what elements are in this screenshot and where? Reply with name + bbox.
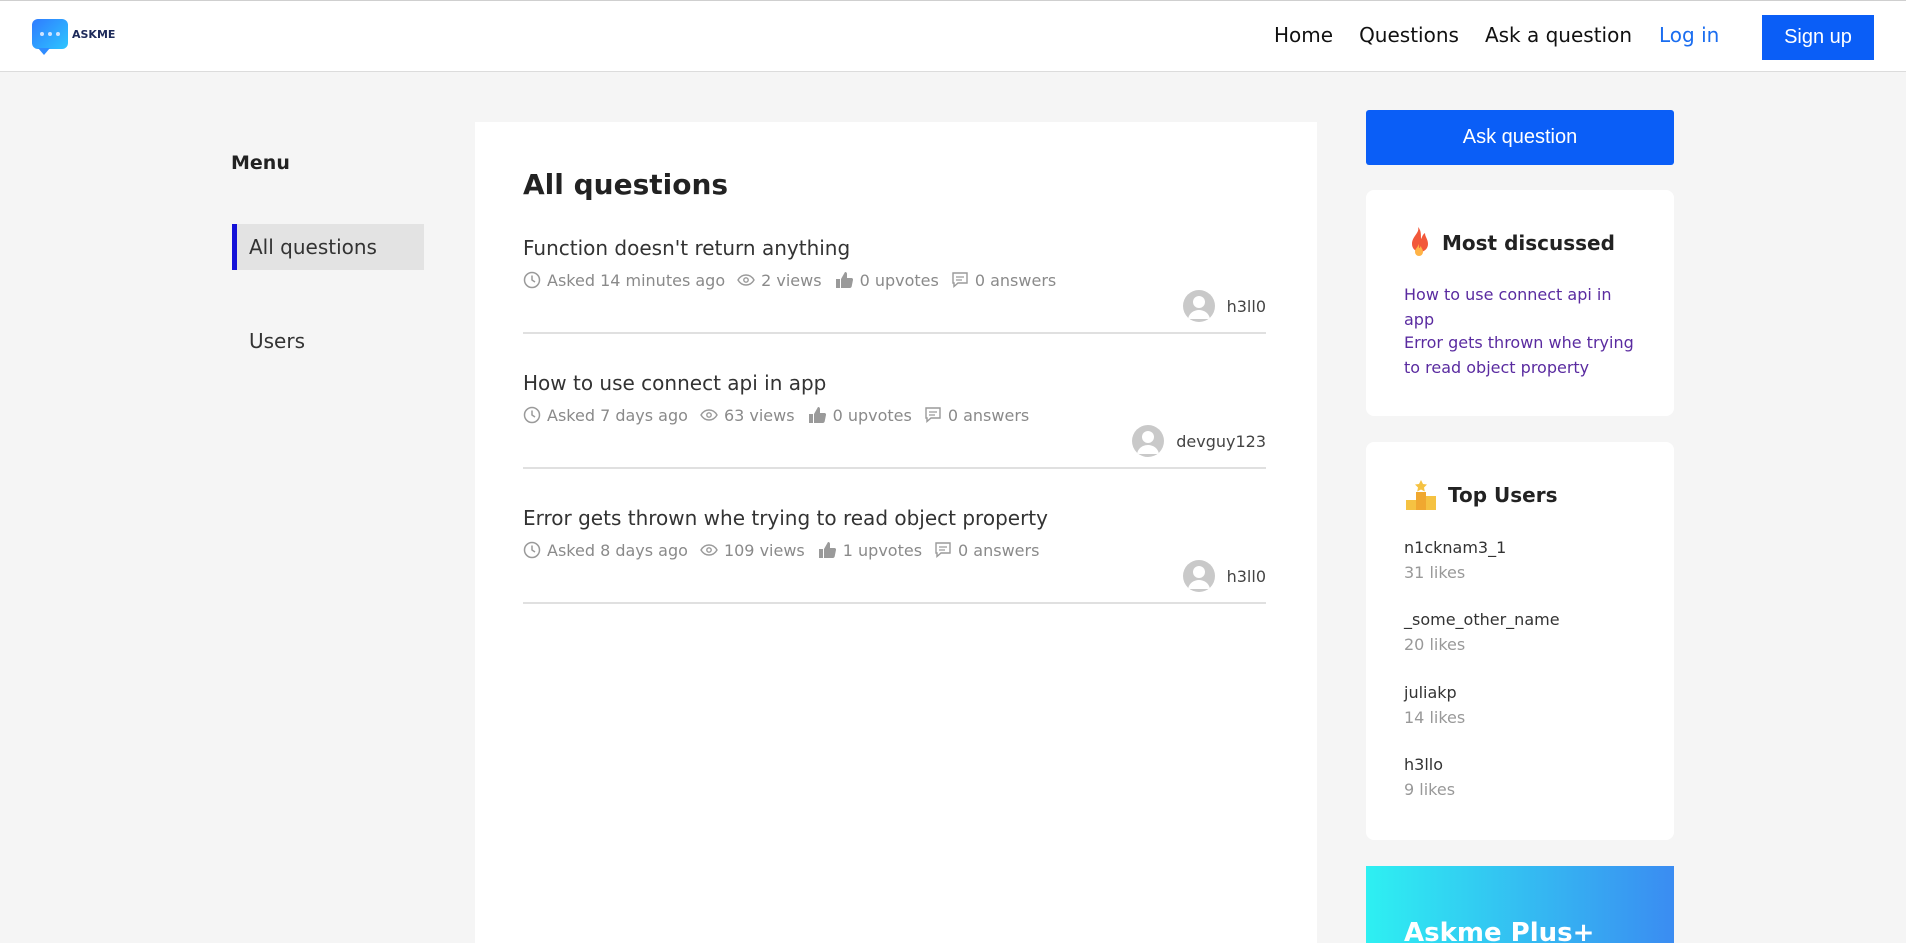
questions-panel: All questions Function doesn't return an… <box>475 122 1317 943</box>
question-item: Error gets thrown whe trying to read obj… <box>523 506 1266 604</box>
comment-icon <box>952 272 968 289</box>
eye-icon <box>700 544 718 556</box>
avatar-icon <box>1182 290 1215 322</box>
top-user-name[interactable]: h3llo <box>1404 755 1443 774</box>
top-bar: ASKME Home Questions Ask a question Log … <box>0 0 1906 72</box>
nav-questions[interactable]: Questions <box>1359 23 1459 47</box>
clock-icon <box>523 406 541 424</box>
view-count: 109 views <box>723 540 805 560</box>
nav-ask-question[interactable]: Ask a question <box>1485 23 1632 47</box>
chat-bubble-logo-icon <box>32 19 68 55</box>
answer-count: 0 answers <box>958 540 1040 560</box>
author-name: devguy123 <box>1176 431 1266 451</box>
top-user-name[interactable]: juliakp <box>1404 683 1457 702</box>
thumbs-up-icon <box>835 272 853 288</box>
promo-title: Askme Plus+ <box>1404 918 1595 943</box>
clock-icon <box>523 271 541 289</box>
top-user-name[interactable]: _some_other_name <box>1404 610 1560 629</box>
top-user-likes: 20 likes <box>1404 635 1466 654</box>
asked-time: Asked 14 minutes ago <box>547 270 726 290</box>
sidebar-item-users[interactable]: Users <box>232 318 424 364</box>
upvote-count: 1 upvotes <box>842 540 923 560</box>
question-title[interactable]: How to use connect api in app <box>523 371 826 395</box>
question-author[interactable]: devguy123 <box>1132 425 1266 457</box>
brand-name: ASKME <box>72 27 116 41</box>
author-name: h3ll0 <box>1226 296 1266 316</box>
main-nav: Home Questions Ask a question <box>1274 23 1658 47</box>
top-user-name[interactable]: n1cknam3_1 <box>1404 538 1506 557</box>
logo[interactable]: ASKME <box>32 19 116 55</box>
comment-icon <box>925 407 941 424</box>
top-users-header: Top Users <box>1404 478 1557 512</box>
upvote-count: 0 upvotes <box>832 405 912 425</box>
question-author[interactable]: h3ll0 <box>1182 290 1266 322</box>
view-count: 2 views <box>761 270 822 290</box>
signup-button[interactable]: Sign up <box>1762 15 1874 60</box>
author-name: h3ll0 <box>1226 566 1266 586</box>
nav-home[interactable]: Home <box>1274 23 1333 47</box>
most-discussed-header: Most discussed <box>1404 226 1615 260</box>
clock-icon <box>523 541 541 559</box>
top-user-likes: 9 likes <box>1404 780 1456 799</box>
ask-question-button[interactable]: Ask question <box>1366 110 1674 165</box>
eye-icon <box>737 274 755 286</box>
most-discussed-title: Most discussed <box>1442 231 1615 255</box>
login-link[interactable]: Log in <box>1659 23 1719 47</box>
question-item: Function doesn't return anything Asked 1… <box>523 236 1266 334</box>
thumbs-up-icon <box>818 542 836 558</box>
menu-title: Menu <box>231 152 290 174</box>
eye-icon <box>700 409 718 421</box>
most-discussed-card: Most discussed How to use connect api in… <box>1366 190 1674 416</box>
discussed-link[interactable]: Error gets thrown whe trying to read obj… <box>1404 330 1644 380</box>
top-users-title: Top Users <box>1448 483 1558 507</box>
question-meta: Asked 7 days ago 63 views 0 upvotes 0 an… <box>523 405 1041 425</box>
page-title: All questions <box>523 168 729 201</box>
comment-icon <box>935 542 951 559</box>
question-title[interactable]: Function doesn't return anything <box>523 236 850 260</box>
upvote-count: 0 upvotes <box>859 270 939 290</box>
podium-icon <box>1406 480 1436 510</box>
top-user-likes: 14 likes <box>1404 708 1466 727</box>
discussed-link[interactable]: How to use connect api in app <box>1404 282 1644 332</box>
asked-time: Asked 7 days ago <box>547 405 688 425</box>
answer-count: 0 answers <box>947 405 1030 425</box>
question-title[interactable]: Error gets thrown whe trying to read obj… <box>523 506 1048 530</box>
asked-time: Asked 8 days ago <box>547 540 688 560</box>
avatar-icon <box>1132 425 1165 457</box>
answer-count: 0 answers <box>974 270 1057 290</box>
thumbs-up-icon <box>808 407 826 423</box>
top-user-likes: 31 likes <box>1404 563 1466 582</box>
promo-banner[interactable]: Askme Plus+ <box>1366 866 1674 943</box>
sidebar-item-all-questions[interactable]: All questions <box>232 224 424 270</box>
top-users-card: Top Users n1cknam3_1 31 likes _some_othe… <box>1366 442 1674 840</box>
question-meta: Asked 14 minutes ago 2 views 0 upvotes 0… <box>523 270 1068 290</box>
fire-icon <box>1412 227 1428 256</box>
avatar-icon <box>1182 560 1215 592</box>
view-count: 63 views <box>723 405 795 425</box>
question-item: How to use connect api in app Asked 7 da… <box>523 371 1266 469</box>
question-author[interactable]: h3ll0 <box>1182 560 1266 592</box>
question-meta: Asked 8 days ago 109 views 1 upvotes 0 a… <box>523 540 1051 560</box>
